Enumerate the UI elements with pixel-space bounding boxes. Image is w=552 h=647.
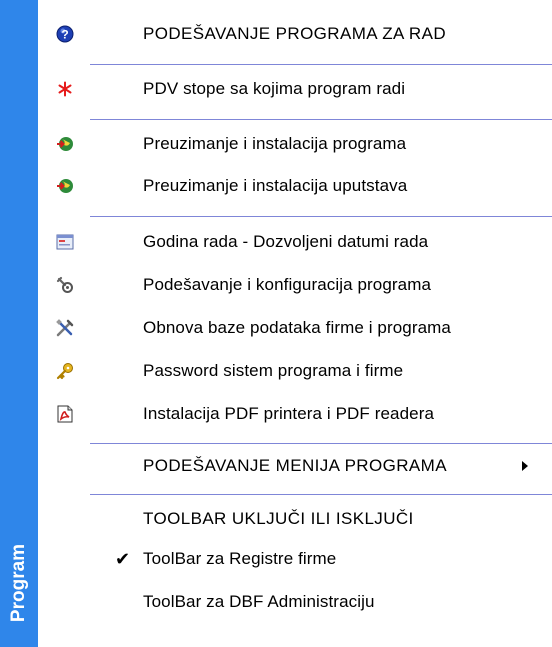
menu-item-database-restore-label: Obnova baze podataka firme i programa bbox=[143, 318, 451, 337]
menu-item-toolbar-dbf[interactable]: ToolBar za DBF Administraciju bbox=[38, 582, 538, 622]
pdf-icon bbox=[54, 403, 76, 425]
menu-item-toolbar-dbf-label: ToolBar za DBF Administraciju bbox=[143, 592, 375, 611]
calendar-window-icon bbox=[54, 231, 76, 253]
menu-item-toolbar-registers[interactable]: ✔ ToolBar za Registre firme bbox=[38, 539, 538, 579]
menu-item-working-year[interactable]: Godina rada - Dozvoljeni datumi rada bbox=[38, 222, 538, 262]
menu-separator bbox=[90, 216, 552, 218]
menu-item-download-manuals-label: Preuzimanje i instalacija uputstava bbox=[143, 176, 408, 195]
download-icon bbox=[54, 133, 76, 155]
toolbar-section-header: TOOLBAR UKLJUČI ILI ISKLJUČI bbox=[38, 499, 538, 539]
menu-item-working-year-label: Godina rada - Dozvoljeni datumi rada bbox=[143, 232, 429, 251]
menu-item-password[interactable]: Password sistem programa i firme bbox=[38, 351, 538, 391]
tools-icon bbox=[54, 317, 76, 339]
program-menu: ? PODEŠAVANJE PROGRAMA ZA RAD PDV stope … bbox=[38, 0, 552, 647]
menu-item-pdv[interactable]: PDV stope sa kojima program radi bbox=[38, 69, 538, 109]
menu-separator bbox=[90, 64, 552, 66]
sidebar-title: Program bbox=[8, 543, 30, 623]
svg-text:?: ? bbox=[61, 28, 68, 42]
asterisk-icon bbox=[54, 78, 76, 100]
menu-item-download-manuals[interactable]: Preuzimanje i instalacija uputstava bbox=[38, 166, 538, 206]
checkmark-icon: ✔ bbox=[115, 549, 131, 569]
menu-header-item[interactable]: ? PODEŠAVANJE PROGRAMA ZA RAD bbox=[38, 14, 538, 54]
menu-item-toolbar-registers-label: ToolBar za Registre firme bbox=[143, 549, 337, 568]
toolbar-section-label: TOOLBAR UKLJUČI ILI ISKLJUČI bbox=[143, 509, 414, 528]
menu-item-configuration-label: Podešavanje i konfiguracija programa bbox=[143, 275, 432, 294]
menu-item-pdf-install[interactable]: Instalacija PDF printera i PDF readera bbox=[38, 394, 538, 434]
sidebar-banner: Program bbox=[0, 0, 38, 647]
sidebar-title-wrap: Program bbox=[0, 523, 38, 643]
wrench-gear-icon bbox=[54, 274, 76, 296]
menu-item-download-program-label: Preuzimanje i instalacija programa bbox=[143, 134, 407, 153]
submenu-arrow-icon bbox=[522, 461, 528, 471]
menu-item-pdv-label: PDV stope sa kojima program radi bbox=[143, 79, 406, 98]
menu-item-password-label: Password sistem programa i firme bbox=[143, 361, 404, 380]
menu-item-menu-settings[interactable]: PODEŠAVANJE MENIJA PROGRAMA bbox=[38, 446, 538, 486]
download-icon bbox=[54, 175, 76, 197]
help-icon: ? bbox=[54, 23, 76, 45]
menu-header-label: PODEŠAVANJE PROGRAMA ZA RAD bbox=[143, 24, 447, 43]
key-icon bbox=[54, 360, 76, 382]
menu-separator bbox=[90, 443, 552, 445]
menu-item-configuration[interactable]: Podešavanje i konfiguracija programa bbox=[38, 265, 538, 305]
menu-item-database-restore[interactable]: Obnova baze podataka firme i programa bbox=[38, 308, 538, 348]
menu-separator bbox=[90, 494, 552, 496]
menu-separator bbox=[90, 119, 552, 121]
menu-item-download-program[interactable]: Preuzimanje i instalacija programa bbox=[38, 124, 538, 164]
menu-item-menu-settings-label: PODEŠAVANJE MENIJA PROGRAMA bbox=[143, 456, 447, 475]
menu-item-pdf-install-label: Instalacija PDF printera i PDF readera bbox=[143, 404, 435, 423]
